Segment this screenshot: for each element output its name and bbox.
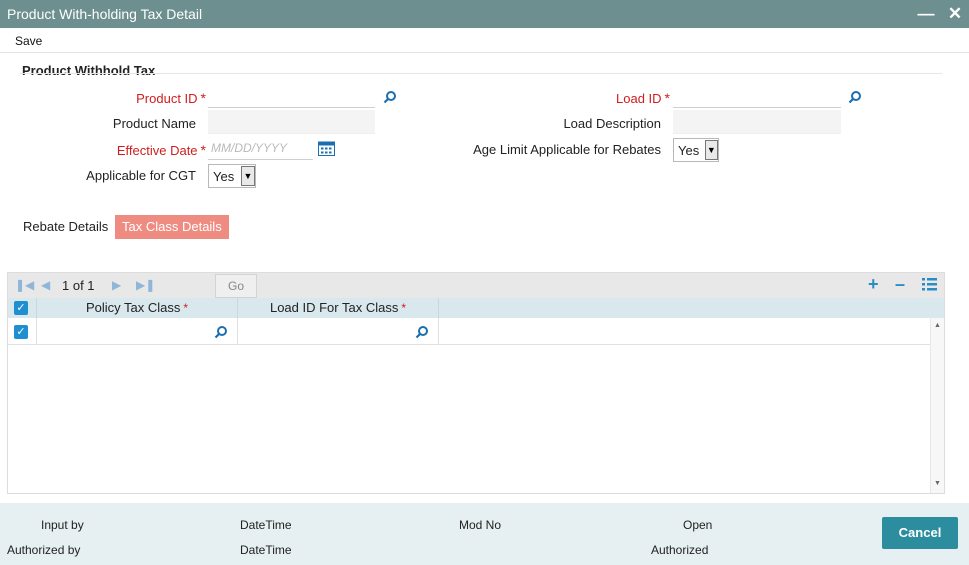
go-button[interactable]: Go <box>215 274 257 298</box>
view-list-icon[interactable] <box>922 278 937 291</box>
next-page-icon[interactable]: ▶ <box>112 278 121 292</box>
load-id-for-tax-class-search-icon[interactable] <box>415 325 429 339</box>
applicable-cgt-value: Yes <box>213 168 235 184</box>
row-checkbox[interactable]: ✓ <box>14 325 28 339</box>
product-name-label: Product Name <box>112 116 196 131</box>
chevron-down-icon: ▼ <box>241 166 255 186</box>
mod-no-label: Mod No <box>459 518 502 532</box>
table-row: ✓ <box>8 318 930 345</box>
policy-tax-class-search-icon[interactable] <box>214 325 228 339</box>
product-id-search-icon[interactable] <box>383 90 397 104</box>
load-description-label: Load Description <box>563 116 661 131</box>
calendar-icon[interactable] <box>318 141 335 156</box>
tab-rebate-details[interactable]: Rebate Details <box>16 215 115 239</box>
load-description-input[interactable] <box>673 110 841 134</box>
authorized-by-label: Authorized by <box>7 543 81 557</box>
authorized-status-label: Authorized <box>651 543 709 557</box>
column-header-policy-tax-class[interactable]: Policy Tax Class * <box>37 300 237 315</box>
datetime-label: DateTime <box>240 518 292 532</box>
minimize-icon[interactable]: — <box>915 3 937 25</box>
effective-date-label: Effective Date * <box>116 142 206 158</box>
cancel-button[interactable]: Cancel <box>882 517 958 549</box>
applicable-cgt-label: Applicable for CGT <box>86 168 196 183</box>
save-menu-item[interactable]: Save <box>15 34 42 48</box>
load-id-search-icon[interactable] <box>848 90 862 104</box>
grid-header: ✓ Policy Tax Class * Load ID For Tax Clas… <box>8 298 944 318</box>
tax-class-grid: ❚◀ ◀ 1 of 1 ▶ ▶❚ Go + – ✓ Policy Tax Cla… <box>7 272 945 494</box>
product-name-input[interactable] <box>208 110 375 134</box>
chevron-down-icon: ▼ <box>704 140 718 160</box>
last-page-icon[interactable]: ▶❚ <box>136 278 155 292</box>
datetime-label-2: DateTime <box>240 543 292 557</box>
effective-date-input[interactable] <box>208 136 313 160</box>
load-id-label: Load ID * <box>616 90 670 106</box>
add-row-icon[interactable]: + <box>868 274 879 295</box>
input-by-label: Input by <box>41 518 84 532</box>
age-limit-select[interactable]: Yes ▼ <box>673 138 719 162</box>
section-title: Product Withhold Tax <box>22 63 156 78</box>
select-all-checkbox[interactable]: ✓ <box>14 301 28 315</box>
close-icon[interactable]: ✕ <box>944 3 966 25</box>
first-page-icon[interactable]: ❚◀ <box>15 278 34 292</box>
grid-scrollbar[interactable]: ▲ ▼ <box>930 318 944 493</box>
delete-row-icon[interactable]: – <box>895 274 905 295</box>
window-titlebar: Product With-holding Tax Detail — ✕ <box>0 0 969 28</box>
age-limit-label: Age Limit Applicable for Rebates <box>473 142 661 157</box>
column-header-load-id-for-tax-class[interactable]: Load ID For Tax Class * <box>238 300 438 315</box>
window-title: Product With-holding Tax Detail <box>7 6 203 22</box>
audit-footer: Input by Authorized by DateTime DateTime… <box>0 503 969 565</box>
scroll-down-icon[interactable]: ▼ <box>934 480 941 487</box>
age-limit-value: Yes <box>678 142 700 158</box>
pagination-text: 1 of 1 <box>62 278 95 293</box>
scroll-up-icon[interactable]: ▲ <box>934 322 941 329</box>
section-divider <box>20 73 942 74</box>
product-id-label: Product ID * <box>136 90 206 106</box>
load-id-input[interactable] <box>673 84 841 108</box>
policy-tax-class-input[interactable] <box>39 319 209 343</box>
load-id-for-tax-class-input[interactable] <box>240 319 410 343</box>
grid-toolbar: ❚◀ ◀ 1 of 1 ▶ ▶❚ Go + – <box>8 273 944 298</box>
tab-tax-class-details[interactable]: Tax Class Details <box>115 215 229 239</box>
menu-bar: Save <box>0 28 969 53</box>
applicable-cgt-select[interactable]: Yes ▼ <box>208 164 256 188</box>
open-status-label: Open <box>683 518 713 532</box>
product-id-input[interactable] <box>208 84 375 108</box>
previous-page-icon[interactable]: ◀ <box>41 278 50 292</box>
